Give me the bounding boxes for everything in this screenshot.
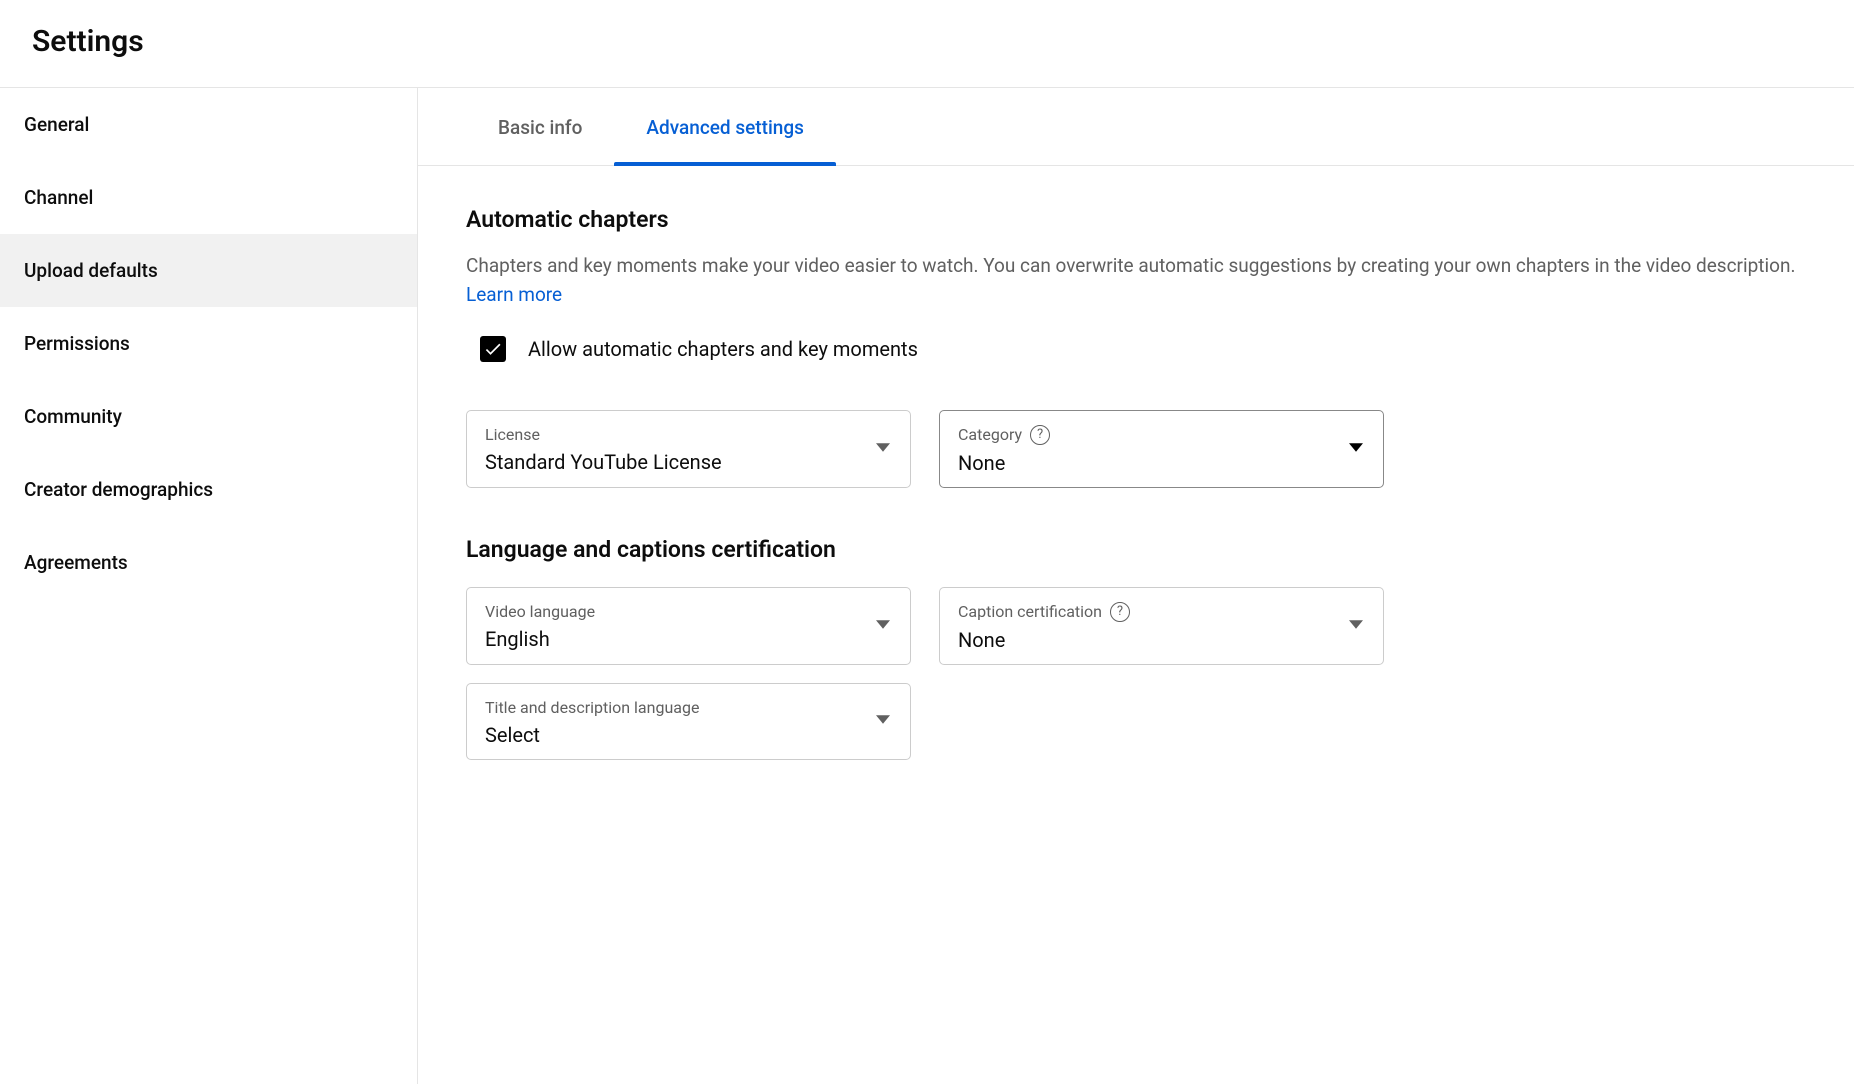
select-label-category: Category ? [958, 425, 1365, 445]
select-value-video-language: English [485, 627, 892, 651]
page-title: Settings [32, 24, 1822, 59]
chevron-down-icon [876, 439, 890, 458]
select-label-title-desc-language: Title and description language [485, 698, 892, 717]
select-title-desc-language[interactable]: Title and description language Select [466, 683, 911, 760]
select-value-license: Standard YouTube License [485, 450, 892, 474]
select-license[interactable]: License Standard YouTube License [466, 410, 911, 488]
select-caption-certification[interactable]: Caption certification ? None [939, 587, 1384, 665]
sidebar-item-creator-demographics[interactable]: Creator demographics [0, 453, 417, 526]
select-video-language[interactable]: Video language English [466, 587, 911, 665]
checkbox-auto-chapters[interactable] [480, 336, 506, 362]
chevron-down-icon [1349, 439, 1363, 458]
section-title-auto-chapters: Automatic chapters [466, 206, 1806, 233]
tab-basic-info[interactable]: Basic info [466, 88, 614, 165]
check-icon [483, 339, 503, 359]
main: Basic info Advanced settings Automatic c… [418, 88, 1854, 1084]
checkbox-label-auto-chapters: Allow automatic chapters and key moments [528, 337, 918, 361]
sidebar-item-permissions[interactable]: Permissions [0, 307, 417, 380]
select-value-caption-certification: None [958, 628, 1365, 652]
section-title-language: Language and captions certification [466, 536, 1806, 563]
checkbox-row-auto-chapters: Allow automatic chapters and key moments [480, 336, 1806, 362]
help-icon[interactable]: ? [1110, 602, 1130, 622]
select-label-caption-certification: Caption certification ? [958, 602, 1365, 622]
sidebar-item-upload-defaults[interactable]: Upload defaults [0, 234, 417, 307]
sidebar-item-channel[interactable]: Channel [0, 161, 417, 234]
chevron-down-icon [876, 616, 890, 635]
select-label-video-language: Video language [485, 602, 892, 621]
sidebar-item-community[interactable]: Community [0, 380, 417, 453]
content: Automatic chapters Chapters and key mome… [418, 166, 1854, 848]
sidebar-item-general[interactable]: General [0, 88, 417, 161]
selects-row-2: Video language English Caption certifica… [466, 587, 1806, 665]
selects-row-3: Title and description language Select [466, 683, 1806, 760]
learn-more-link[interactable]: Learn more [466, 283, 562, 306]
select-value-category: None [958, 451, 1365, 475]
chevron-down-icon [876, 712, 890, 731]
select-label-license: License [485, 425, 892, 444]
chevron-down-icon [1349, 616, 1363, 635]
select-value-title-desc-language: Select [485, 723, 892, 747]
sidebar-item-agreements[interactable]: Agreements [0, 526, 417, 599]
container: General Channel Upload defaults Permissi… [0, 88, 1854, 1084]
header: Settings [0, 0, 1854, 88]
selects-row-1: License Standard YouTube License Categor… [466, 410, 1806, 488]
sidebar: General Channel Upload defaults Permissi… [0, 88, 418, 1084]
tab-advanced-settings[interactable]: Advanced settings [614, 88, 836, 165]
help-icon[interactable]: ? [1030, 425, 1050, 445]
tabs: Basic info Advanced settings [418, 88, 1854, 166]
section-desc-auto-chapters: Chapters and key moments make your video… [466, 251, 1806, 310]
select-category[interactable]: Category ? None [939, 410, 1384, 488]
